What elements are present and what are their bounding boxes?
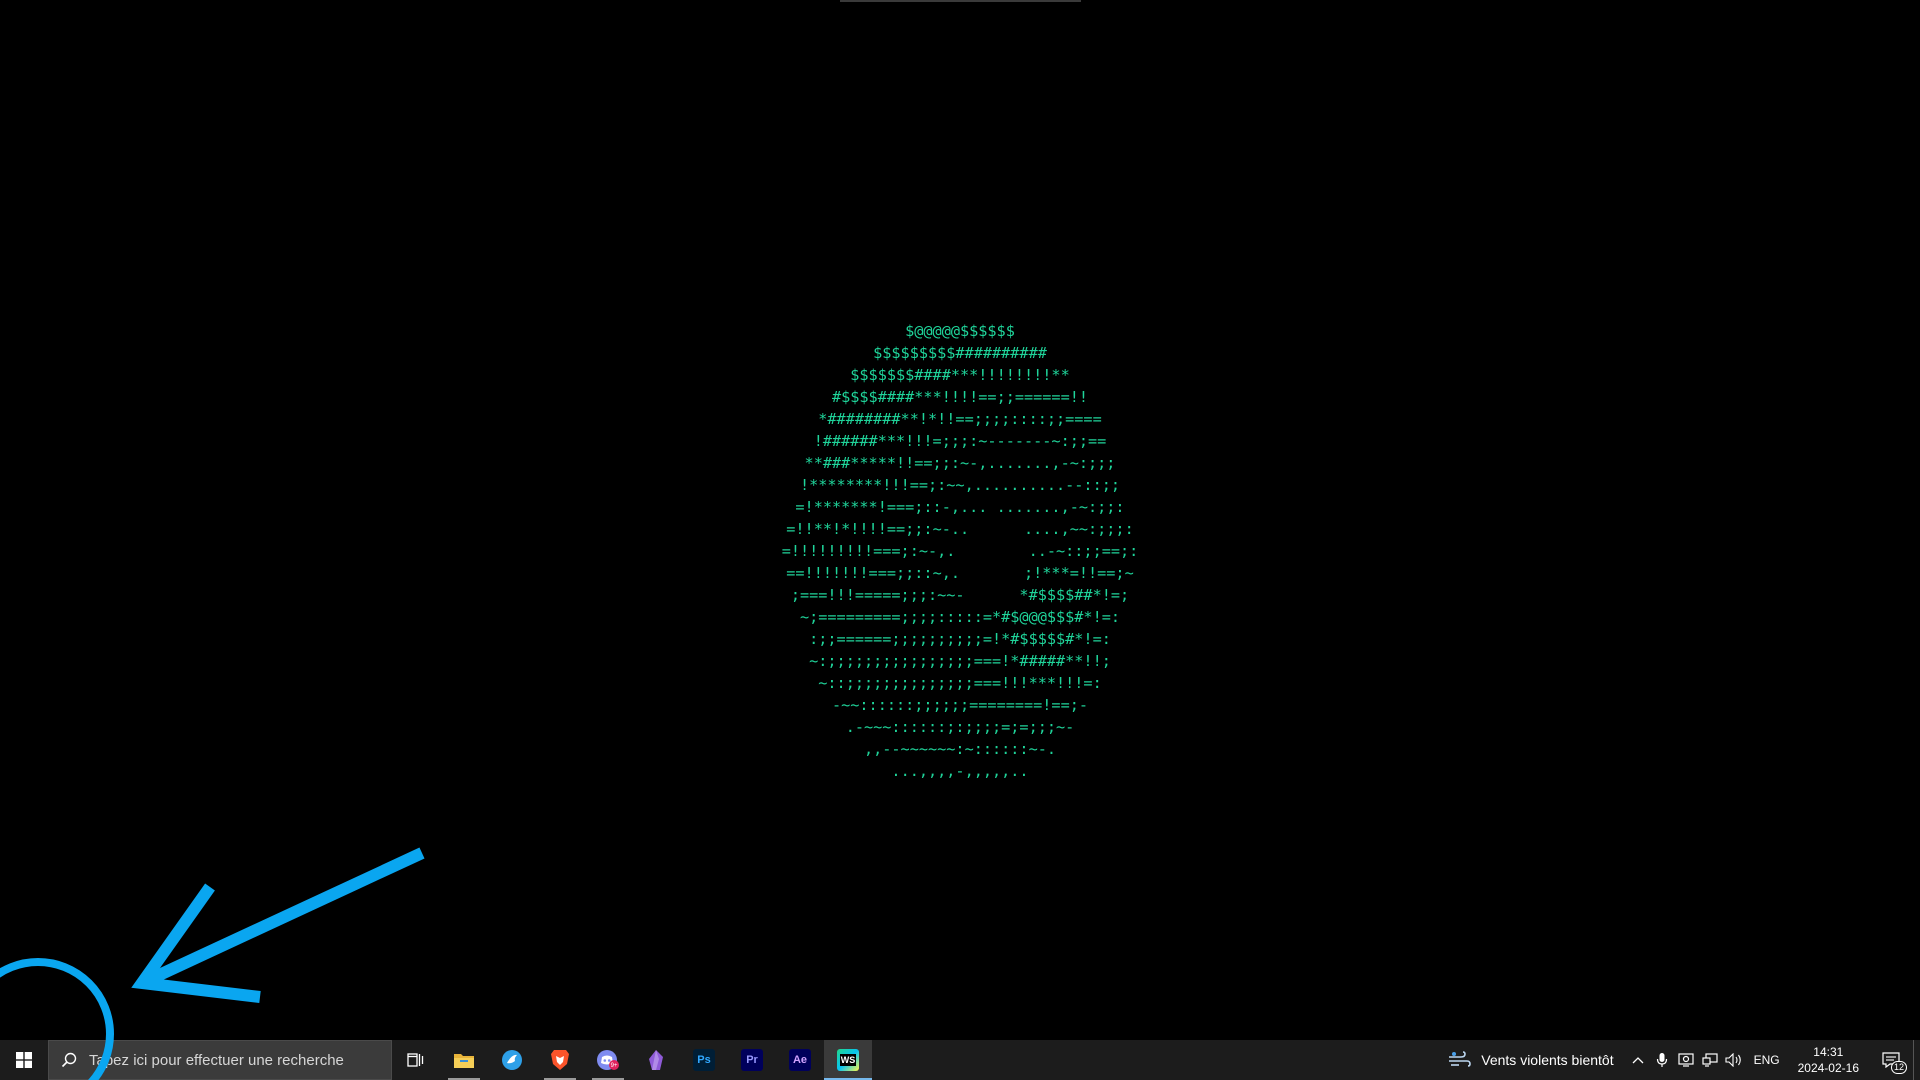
weather-text: Vents violents bientôt bbox=[1481, 1052, 1614, 1068]
ascii-line: $$$$$$$$$########## bbox=[873, 344, 1047, 362]
premiere-pro-button[interactable]: Pr bbox=[728, 1040, 776, 1080]
webstorm-label: WS bbox=[839, 1054, 857, 1066]
brave-browser-button[interactable] bbox=[536, 1040, 584, 1080]
microphone-icon bbox=[1656, 1053, 1667, 1067]
ascii-line: ,,--~~~~~~:~::::::~-. bbox=[863, 740, 1057, 758]
ascii-line: :;;======;;;;;;;;;;=!*#$$$$$#*!=: bbox=[809, 630, 1111, 648]
clock[interactable]: 14:31 2024-02-16 bbox=[1788, 1040, 1869, 1080]
ascii-line: .-~~~::::::;:;;;;=;=;;;~- bbox=[845, 718, 1075, 736]
ascii-line: -~~::::::;;;;;;========!==;- bbox=[831, 696, 1089, 714]
wind-icon bbox=[1449, 1051, 1472, 1067]
clock-date: 2024-02-16 bbox=[1797, 1061, 1859, 1075]
photoshop-button[interactable]: Ps bbox=[680, 1040, 728, 1080]
ascii-line: =!!**!*!!!!==;;:~-.. ....,~~:;;;: bbox=[786, 520, 1134, 538]
system-tray: Vents violents bientôt ENG 14:31 2024-02… bbox=[1435, 1040, 1920, 1080]
after-effects-icon: Ae bbox=[789, 1049, 811, 1071]
ascii-line: ~:;;;;;;;;;;;;;;;;===!*#####**!!; bbox=[809, 652, 1111, 670]
ascii-line: ~;=========;;;;:::::=*#$@@@$$$#*!=: bbox=[799, 608, 1121, 626]
ascii-line: $@@@@@$$$$$$ bbox=[905, 322, 1015, 340]
ascii-line: **###*****!!==;;:~-,.......,-~:;;; bbox=[804, 454, 1116, 472]
webstorm-button[interactable]: WS bbox=[824, 1040, 872, 1080]
search-box[interactable] bbox=[48, 1040, 392, 1080]
security-tray-button[interactable] bbox=[1674, 1040, 1698, 1080]
ascii-line: ...,,,,-,,,,,.. bbox=[891, 762, 1029, 780]
discord-button[interactable]: 9+ bbox=[584, 1040, 632, 1080]
task-view-button[interactable] bbox=[392, 1040, 440, 1080]
show-desktop-button[interactable] bbox=[1913, 1040, 1920, 1080]
ascii-line: ;===!!!=====;;;:~~- *#$$$$##*!=; bbox=[790, 586, 1130, 604]
language-indicator[interactable]: ENG bbox=[1746, 1053, 1788, 1067]
network-tray-button[interactable] bbox=[1698, 1040, 1722, 1080]
photoshop-icon: Ps bbox=[693, 1049, 715, 1071]
weather-widget[interactable]: Vents violents bientôt bbox=[1435, 1040, 1625, 1080]
start-button[interactable] bbox=[0, 1040, 48, 1080]
notification-count-badge: 12 bbox=[1890, 1061, 1907, 1074]
ascii-line: !######***!!!=;;;:~-------~:;;== bbox=[813, 432, 1107, 450]
after-effects-button[interactable]: Ae bbox=[776, 1040, 824, 1080]
network-icon bbox=[1701, 1053, 1718, 1067]
discord-badge: 9+ bbox=[611, 1063, 618, 1069]
brave-lion-icon bbox=[551, 1050, 569, 1070]
webstorm-icon: WS bbox=[837, 1049, 859, 1071]
speaker-icon bbox=[1725, 1053, 1741, 1067]
search-icon bbox=[61, 1052, 77, 1068]
windows-logo-icon bbox=[16, 1052, 32, 1068]
screen-capture-icon bbox=[1677, 1053, 1694, 1067]
ascii-line: ==!!!!!!!===;;::~,. ;!***=!!==;~ bbox=[786, 564, 1134, 582]
ascii-line: $$$$$$$####***!!!!!!!!** bbox=[850, 366, 1070, 384]
file-explorer-button[interactable] bbox=[440, 1040, 488, 1080]
obsidian-crystal-icon bbox=[649, 1050, 663, 1070]
volume-tray-button[interactable] bbox=[1722, 1040, 1746, 1080]
ascii-line: *########**!*!!==;;;;::::;;==== bbox=[818, 410, 1102, 428]
chevron-up-icon bbox=[1632, 1057, 1644, 1064]
search-input[interactable] bbox=[87, 1050, 391, 1070]
ascii-line: ~::;;;;;;;;;;;;;;===!!!***!!!=: bbox=[818, 674, 1102, 692]
discord-icon: 9+ bbox=[597, 1050, 619, 1070]
taskbar: 9+ Ps Pr Ae WS Vents violents bientôt bbox=[0, 1040, 1920, 1080]
task-view-icon bbox=[407, 1053, 424, 1067]
premiere-pro-icon: Pr bbox=[741, 1049, 763, 1071]
window-edge-line bbox=[840, 0, 1081, 2]
notification-center-button[interactable]: 12 bbox=[1869, 1040, 1913, 1080]
desktop: $@@@@@$$$$$$ $$$$$$$$$########## $$$$$$$##… bbox=[0, 0, 1920, 1040]
ascii-art-sphere: $@@@@@$$$$$$ $$$$$$$$$########## $$$$$$$##… bbox=[0, 320, 1920, 782]
blue-bird-app-button[interactable] bbox=[488, 1040, 536, 1080]
ascii-line: #$$$$####***!!!!==;;======!! bbox=[831, 388, 1089, 406]
ascii-line: =!*******!===;::-,... .......,-~:;;: bbox=[795, 498, 1125, 516]
obsidian-button[interactable] bbox=[632, 1040, 680, 1080]
bird-icon bbox=[502, 1050, 522, 1070]
ascii-line: !********!!!==;:~~,..........--::;; bbox=[799, 476, 1121, 494]
ascii-line: =!!!!!!!!!===;:~-,. ..-~::;;==;: bbox=[781, 542, 1139, 560]
folder-icon bbox=[454, 1054, 474, 1068]
clock-time: 14:31 bbox=[1813, 1045, 1844, 1059]
microphone-tray-button[interactable] bbox=[1650, 1040, 1674, 1080]
show-hidden-icons-button[interactable] bbox=[1626, 1040, 1650, 1080]
